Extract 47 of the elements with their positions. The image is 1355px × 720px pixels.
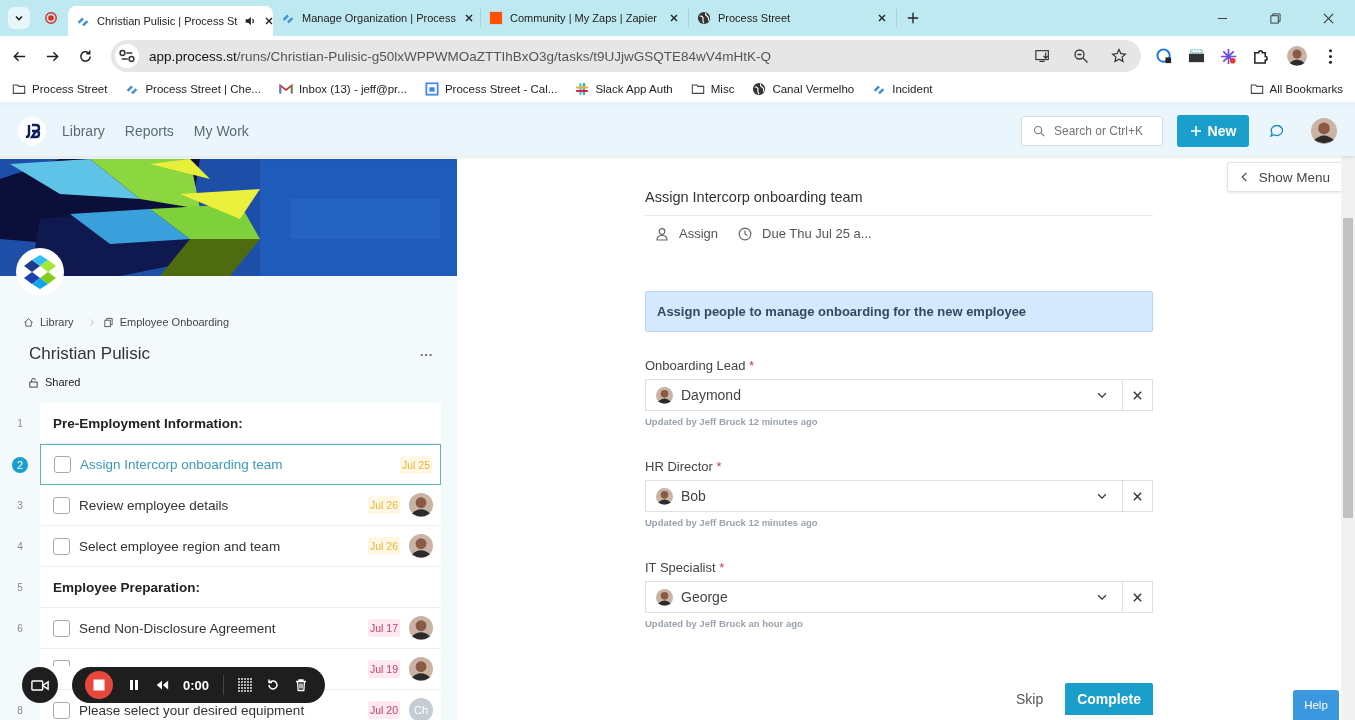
task-label: Please select your desired equipment xyxy=(79,702,305,718)
tab-title: Christian Pulisic | Process St xyxy=(97,15,238,27)
bookmark-label: Process Street - Cal... xyxy=(444,83,558,95)
bookmark-label: Misc xyxy=(710,83,735,95)
task-number: 5 xyxy=(17,582,23,593)
due-date: Jul 26 xyxy=(367,537,400,555)
task-number: 1 xyxy=(17,418,23,429)
url-text: app.process.st/runs/Christian-Pulisic-g50lxWPPWMOaZTTIhBxO3g/tasks/t9UJjwGSQTE84wV4mHtK-Q xyxy=(149,48,771,64)
field-label: IT Specialist xyxy=(645,560,716,575)
required-mark: * xyxy=(719,560,725,575)
bookmark-label: Incident xyxy=(892,83,933,95)
tab-title: Community | My Zaps | Zapier xyxy=(510,12,658,24)
bookmark-label: Inbox (13) - jeff@pr... xyxy=(298,83,407,95)
task-label: Send Non-Disclosure Agreement xyxy=(79,620,276,636)
tab-title: Manage Organization | Process xyxy=(302,12,456,24)
task-number: 2 xyxy=(12,456,28,473)
tab-title: Process Street xyxy=(718,12,792,24)
task-title: Assign Intercorp onboarding team xyxy=(645,189,1153,216)
field-label: HR Director xyxy=(645,459,713,474)
sharing-status: Shared xyxy=(45,376,81,388)
due-date: Jul 26 xyxy=(367,496,400,514)
recording-time: 0:00 xyxy=(183,677,210,693)
due-date: Jul 20 xyxy=(367,701,400,719)
bookmark-label: Canal Vermelho xyxy=(772,83,855,95)
bookmark-label: All Bookmarks xyxy=(1269,83,1343,95)
updated-note: Updated by Jeff Bruck an hour ago xyxy=(645,618,804,629)
avatar: Ch xyxy=(409,698,433,720)
bookmark-label: Slack App Auth xyxy=(595,83,673,95)
field-label: Onboarding Lead xyxy=(645,358,746,373)
task-number: 3 xyxy=(17,500,23,511)
task-label: Assign Intercorp onboarding team xyxy=(80,457,283,472)
task-label: Review employee details xyxy=(79,497,229,513)
required-mark: * xyxy=(749,358,755,373)
run-title: Christian Pulisic xyxy=(29,344,151,364)
due-date: Jul 19 xyxy=(367,660,400,678)
task-number: 4 xyxy=(17,541,23,552)
updated-note: Updated by Jeff Bruck 12 minutes ago xyxy=(645,416,819,427)
task-label: Select employee region and team xyxy=(79,538,281,554)
required-mark: * xyxy=(716,459,722,474)
due-date: Jul 17 xyxy=(367,619,400,637)
bookmark-label: Process Street | Che... xyxy=(145,83,261,95)
updated-note: Updated by Jeff Bruck 12 minutes ago xyxy=(645,517,819,528)
task-number: 8 xyxy=(17,705,23,716)
info-banner: Assign people to manage onboarding for the new employee xyxy=(645,291,1153,332)
bookmark-label: Process Street xyxy=(32,83,108,95)
task-number: 6 xyxy=(17,623,23,634)
due-date: Jul 25 xyxy=(399,455,432,474)
